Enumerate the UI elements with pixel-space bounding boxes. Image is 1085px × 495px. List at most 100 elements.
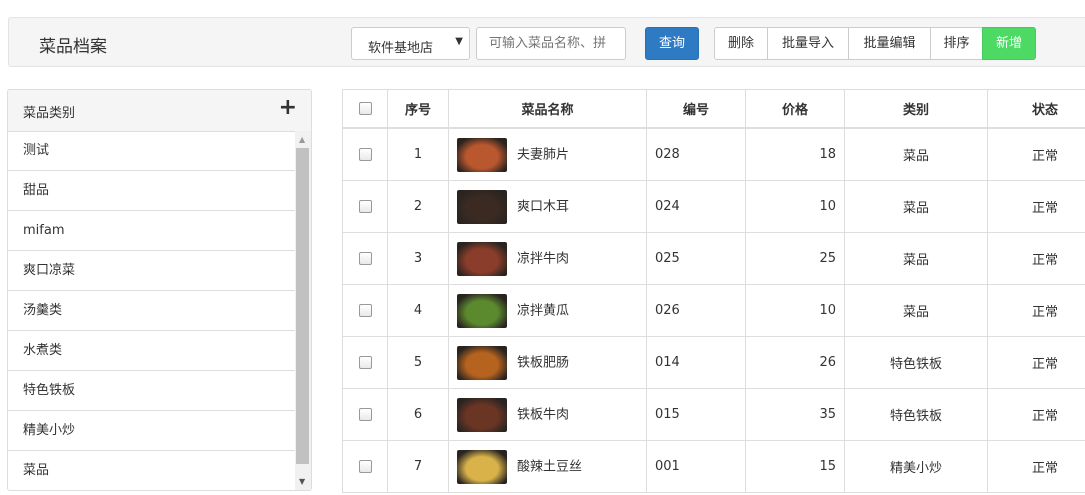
category-item[interactable]: 汤羹类 xyxy=(8,291,296,331)
row-status: 正常 xyxy=(987,388,1085,441)
col-header-price: 价格 xyxy=(745,89,845,129)
table-row[interactable]: 3 凉拌牛肉 025 25 菜品 正常 xyxy=(342,232,1085,285)
sort-button[interactable]: 排序 xyxy=(930,27,983,60)
category-panel-title: 菜品类别 xyxy=(23,106,76,121)
row-status: 正常 xyxy=(987,336,1085,389)
row-checkbox[interactable] xyxy=(358,304,372,317)
row-checkbox[interactable] xyxy=(358,252,372,265)
row-price: 25 xyxy=(745,232,845,285)
row-dish-cell: 酸辣土豆丝 xyxy=(448,440,647,493)
category-item[interactable]: 菜品 xyxy=(8,451,296,490)
category-panel: 菜品类别 + 测试 甜品 mifam 爽口凉菜 汤羹类 水煮类 特色铁板 精美小… xyxy=(7,89,312,491)
plus-icon[interactable]: + xyxy=(279,95,297,120)
row-checkbox[interactable] xyxy=(358,148,372,161)
category-panel-header: 菜品类别 + xyxy=(8,90,311,132)
category-item[interactable]: 精美小炒 xyxy=(8,411,296,451)
batch-import-button[interactable]: 批量导入 xyxy=(767,27,849,60)
table-row[interactable]: 1 夫妻肺片 028 18 菜品 正常 xyxy=(342,127,1085,181)
row-dish-name: 凉拌牛肉 xyxy=(517,251,570,266)
row-select-cell[interactable] xyxy=(342,388,388,441)
row-select-cell[interactable] xyxy=(342,127,388,181)
row-dish-name: 铁板肥肠 xyxy=(517,355,570,370)
row-seq: 1 xyxy=(387,127,449,181)
row-type: 特色铁板 xyxy=(844,336,988,389)
table-row[interactable]: 4 凉拌黄瓜 026 10 菜品 正常 xyxy=(342,284,1085,337)
row-dish-cell: 凉拌黄瓜 xyxy=(448,284,647,337)
row-select-cell[interactable] xyxy=(342,440,388,493)
row-price: 10 xyxy=(745,284,845,337)
dish-thumbnail xyxy=(457,449,507,484)
table-row[interactable]: 5 铁板肥肠 014 26 特色铁板 正常 xyxy=(342,336,1085,389)
category-item[interactable]: 测试 xyxy=(8,131,296,171)
row-price: 15 xyxy=(745,440,845,493)
row-price: 26 xyxy=(745,336,845,389)
dish-thumbnail xyxy=(457,189,507,224)
row-dish-cell: 铁板牛肉 xyxy=(448,388,647,441)
store-select[interactable]: 软件基地店 ▼ xyxy=(351,27,470,60)
row-code: 015 xyxy=(646,388,746,441)
col-header-type: 类别 xyxy=(844,89,988,129)
category-item[interactable]: 爽口凉菜 xyxy=(8,251,296,291)
dish-table-container: 序号 菜品名称 编号 价格 类别 状态 1 夫妻肺片 028 18 菜品 正常 2 爽口木耳 0… xyxy=(342,89,1085,495)
scroll-thumb[interactable] xyxy=(296,148,309,464)
delete-button[interactable]: 删除 xyxy=(714,27,768,60)
row-code: 028 xyxy=(646,127,746,181)
category-item[interactable]: mifam xyxy=(8,211,296,251)
select-all-cell[interactable] xyxy=(342,89,388,129)
batch-edit-button[interactable]: 批量编辑 xyxy=(848,27,931,60)
row-seq: 5 xyxy=(387,336,449,389)
category-scrollbar[interactable]: ▲ ▼ xyxy=(295,131,311,490)
row-type: 菜品 xyxy=(844,180,988,233)
search-input[interactable] xyxy=(476,27,626,60)
category-item[interactable]: 水煮类 xyxy=(8,331,296,371)
row-status: 正常 xyxy=(987,180,1085,233)
select-all-checkbox[interactable] xyxy=(358,102,372,115)
scroll-up-arrow-icon[interactable]: ▲ xyxy=(299,135,305,144)
row-dish-name: 酸辣土豆丝 xyxy=(517,459,583,474)
dish-thumbnail xyxy=(457,241,507,276)
row-seq: 2 xyxy=(387,180,449,233)
col-header-code: 编号 xyxy=(646,89,746,129)
table-row[interactable]: 2 爽口木耳 024 10 菜品 正常 xyxy=(342,180,1085,233)
row-status: 正常 xyxy=(987,232,1085,285)
category-list: 测试 甜品 mifam 爽口凉菜 汤羹类 水煮类 特色铁板 精美小炒 菜品 xyxy=(8,131,296,490)
row-seq: 7 xyxy=(387,440,449,493)
dish-thumbnail xyxy=(457,345,507,380)
row-select-cell[interactable] xyxy=(342,232,388,285)
query-button[interactable]: 查询 xyxy=(645,27,699,60)
table-row[interactable]: 6 铁板牛肉 015 35 特色铁板 正常 xyxy=(342,388,1085,441)
page-title: 菜品档案 xyxy=(39,37,107,57)
row-type: 特色铁板 xyxy=(844,388,988,441)
row-checkbox[interactable] xyxy=(358,408,372,421)
row-price: 10 xyxy=(745,180,845,233)
row-dish-name: 凉拌黄瓜 xyxy=(517,303,570,318)
row-seq: 6 xyxy=(387,388,449,441)
row-checkbox[interactable] xyxy=(358,356,372,369)
row-type: 菜品 xyxy=(844,127,988,181)
row-dish-name: 铁板牛肉 xyxy=(517,407,570,422)
table-row[interactable]: 7 酸辣土豆丝 001 15 精美小炒 正常 xyxy=(342,440,1085,493)
row-select-cell[interactable] xyxy=(342,336,388,389)
row-type: 菜品 xyxy=(844,232,988,285)
store-select-value: 软件基地店 xyxy=(368,41,434,56)
row-code: 001 xyxy=(646,440,746,493)
row-status: 正常 xyxy=(987,440,1085,493)
row-code: 024 xyxy=(646,180,746,233)
row-dish-name: 爽口木耳 xyxy=(517,199,570,214)
row-dish-cell: 凉拌牛肉 xyxy=(448,232,647,285)
row-select-cell[interactable] xyxy=(342,180,388,233)
row-code: 014 xyxy=(646,336,746,389)
dish-thumbnail xyxy=(457,293,507,328)
category-item[interactable]: 甜品 xyxy=(8,171,296,211)
row-checkbox[interactable] xyxy=(358,200,372,213)
row-checkbox[interactable] xyxy=(358,460,372,473)
dish-thumbnail xyxy=(457,397,507,432)
add-button[interactable]: 新增 xyxy=(982,27,1036,60)
row-code: 025 xyxy=(646,232,746,285)
category-item[interactable]: 特色铁板 xyxy=(8,371,296,411)
row-select-cell[interactable] xyxy=(342,284,388,337)
row-dish-cell: 爽口木耳 xyxy=(448,180,647,233)
scroll-down-arrow-icon[interactable]: ▼ xyxy=(299,477,305,486)
dish-table: 序号 菜品名称 编号 价格 类别 状态 1 夫妻肺片 028 18 菜品 正常 2 爽口木耳 0… xyxy=(342,89,1085,493)
row-type: 菜品 xyxy=(844,284,988,337)
